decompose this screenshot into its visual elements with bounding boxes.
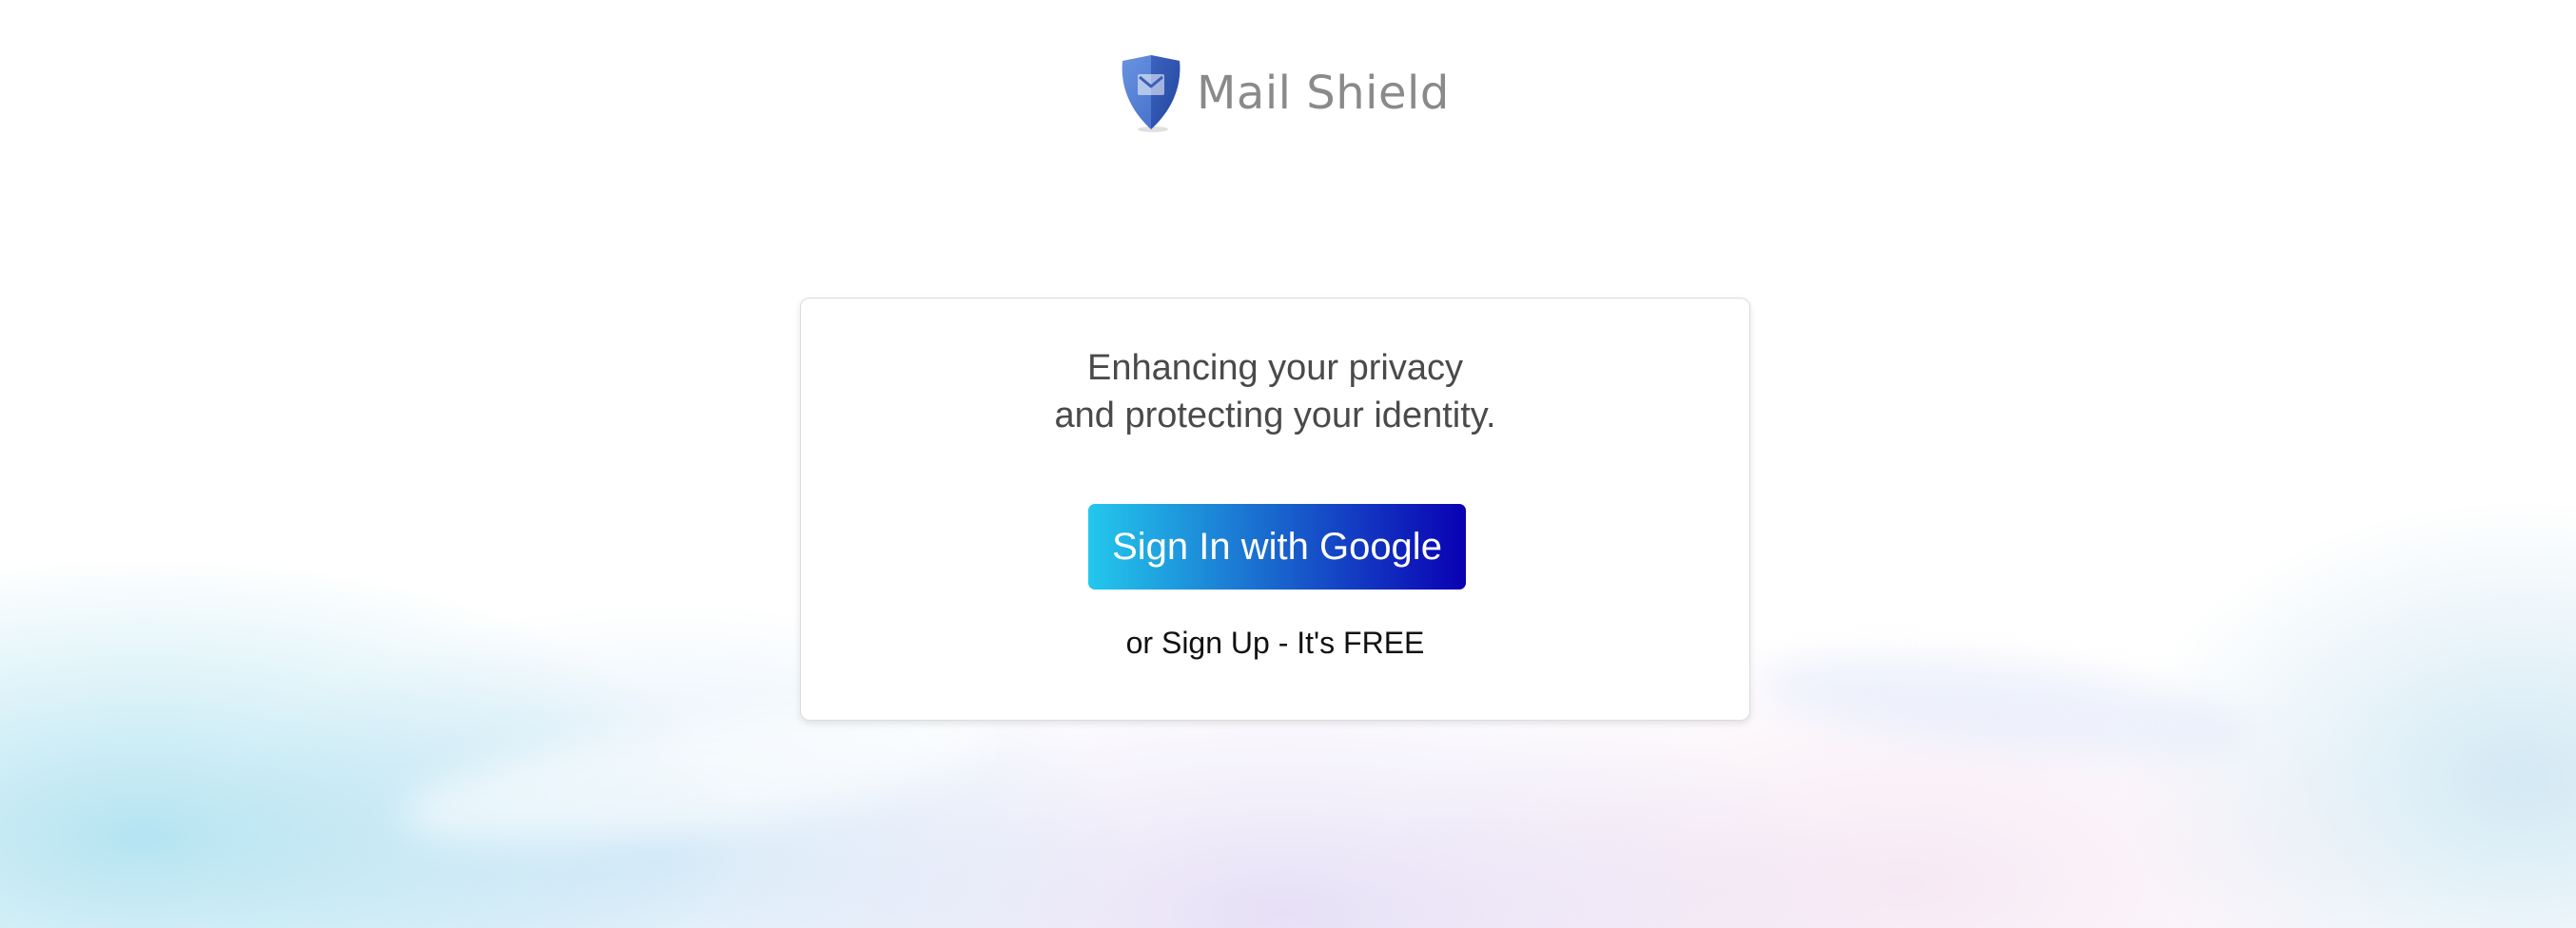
brand-logo: Mail Shield <box>1119 53 1450 133</box>
tagline-line-1: Enhancing your privacy <box>1087 348 1463 388</box>
tagline-line-2: and protecting your identity. <box>1054 396 1496 435</box>
background-streak <box>1756 640 2258 777</box>
sign-up-link[interactable]: or Sign Up - It's FREE <box>801 626 1749 661</box>
tagline: Enhancing your privacy and protecting yo… <box>801 344 1749 439</box>
shield-envelope-icon <box>1122 55 1181 132</box>
brand-name: Mail Shield <box>1197 67 1450 120</box>
signin-card: Enhancing your privacy and protecting yo… <box>800 298 1750 721</box>
sign-in-with-google-button[interactable]: Sign In with Google <box>1088 504 1466 590</box>
